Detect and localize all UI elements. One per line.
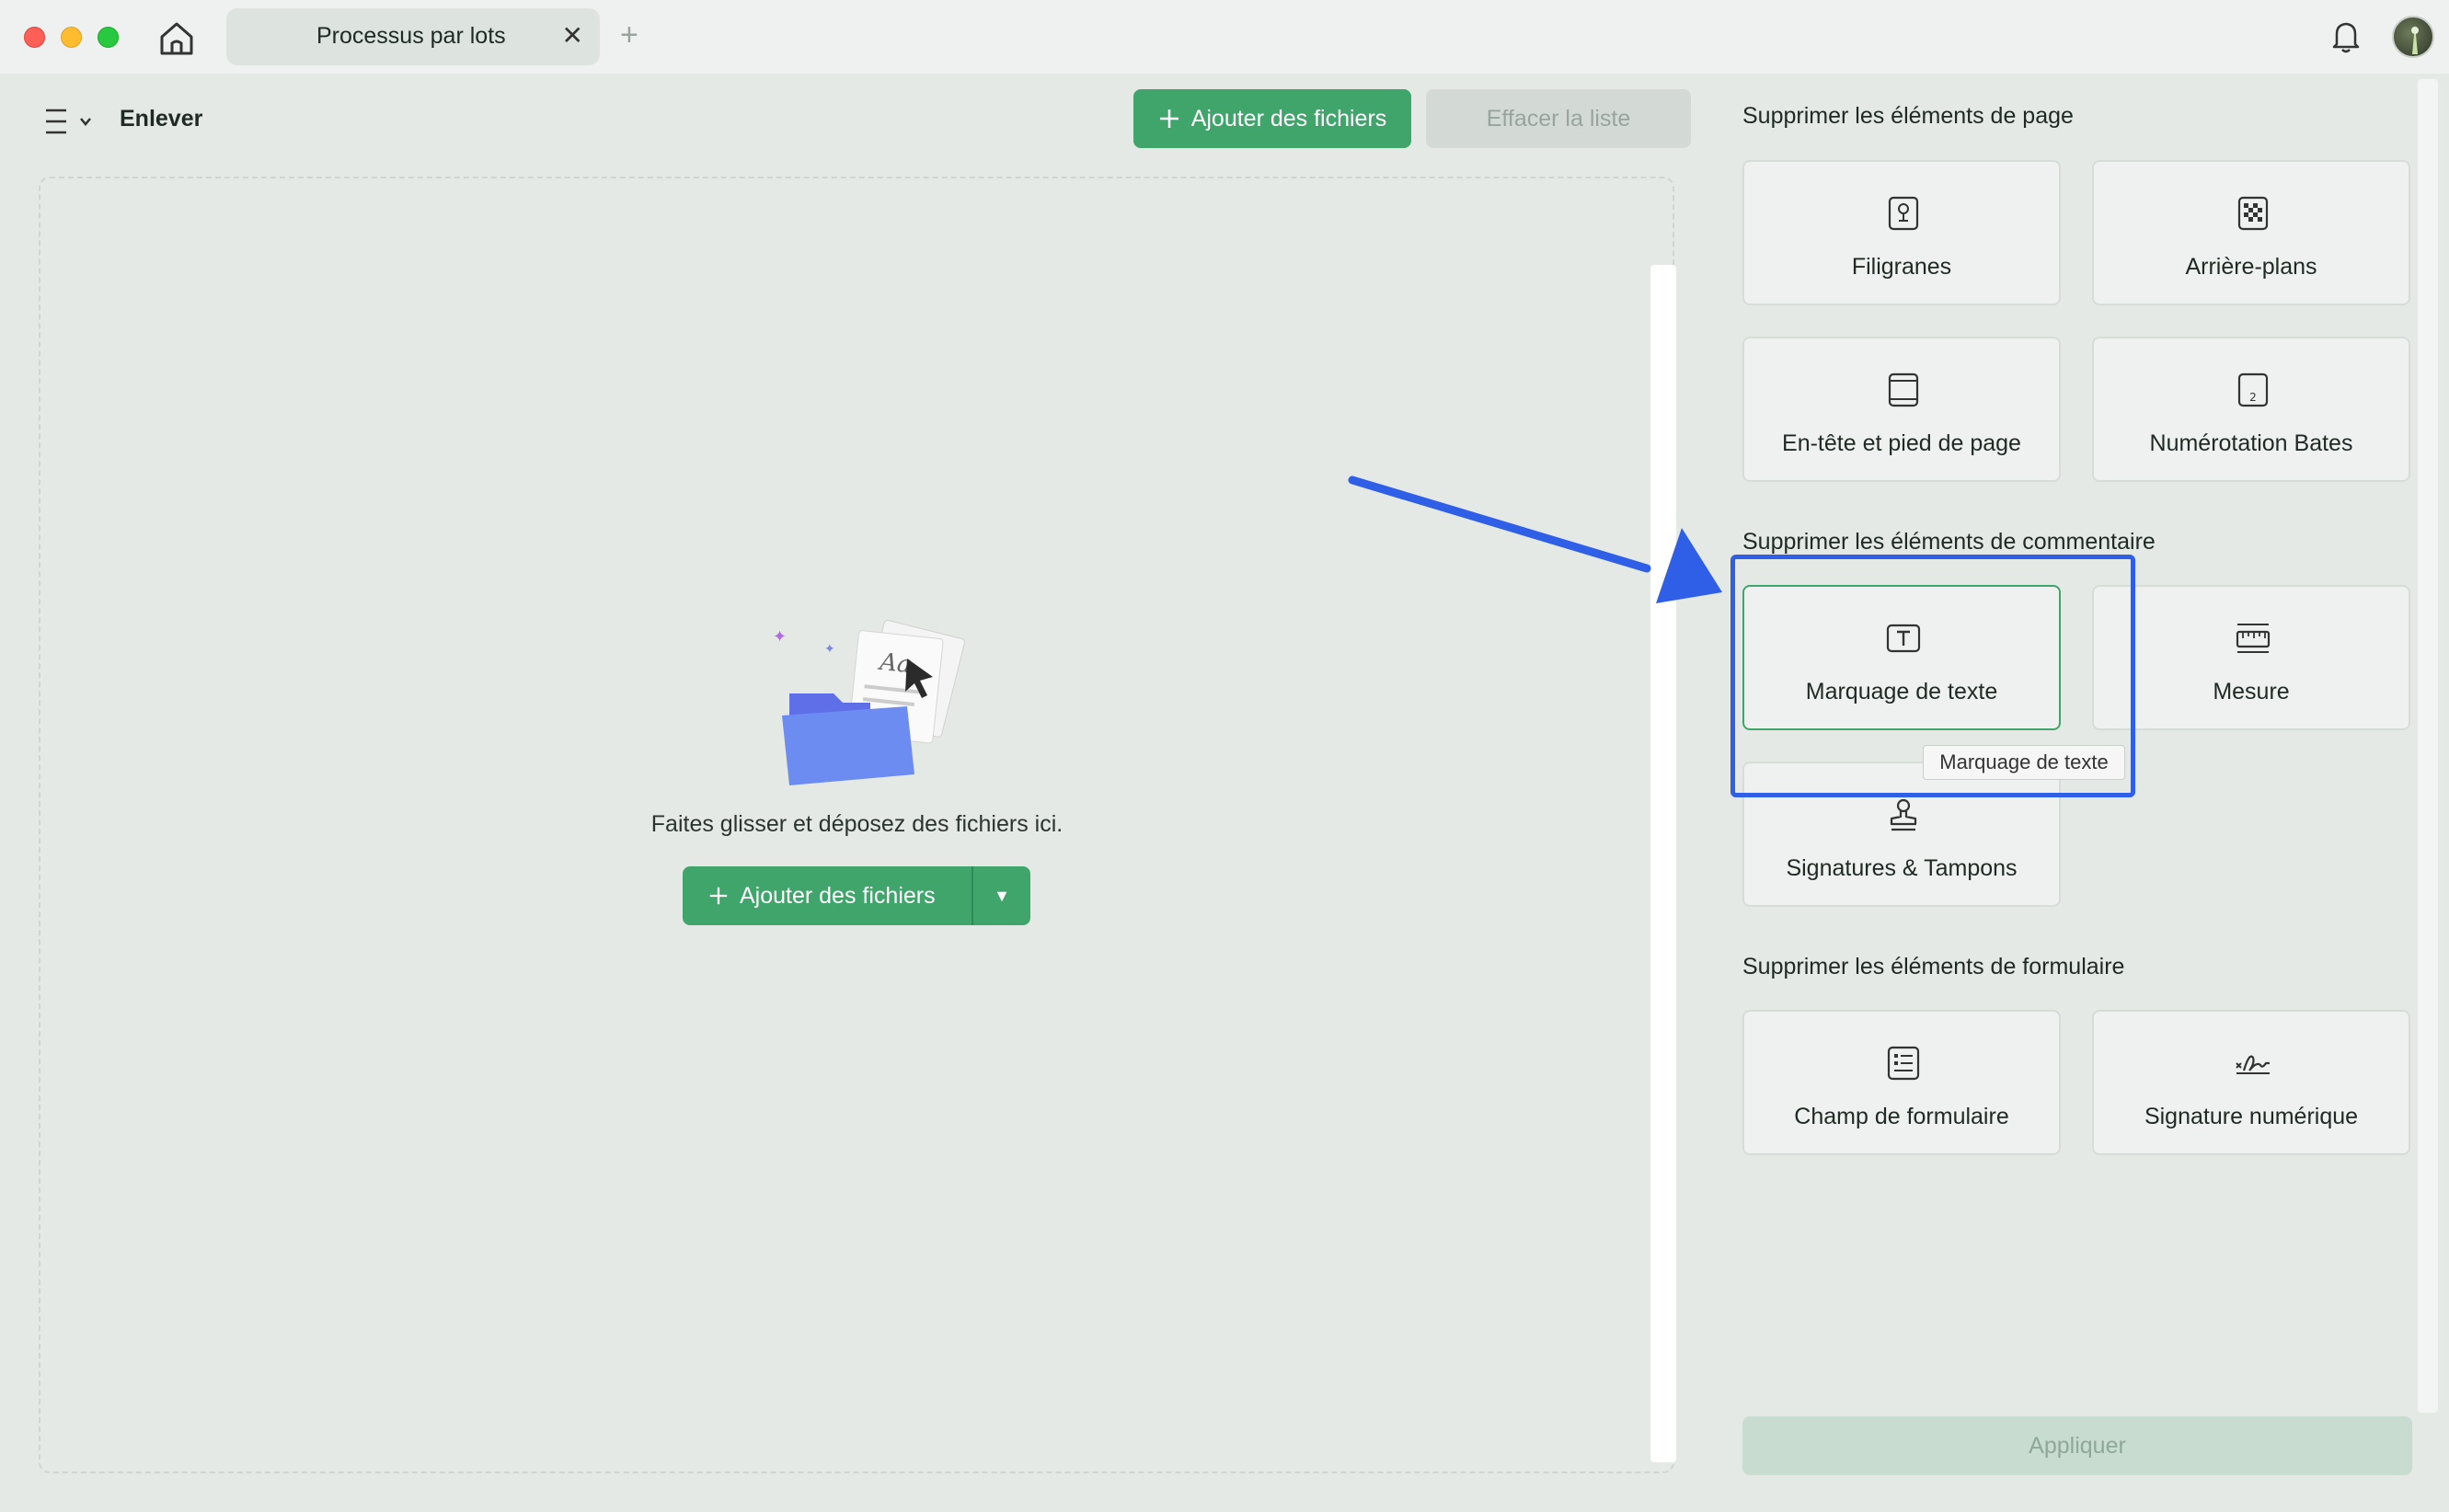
stamp-icon [1890, 798, 1917, 831]
chevron-down-icon: ▼ [994, 886, 1010, 905]
checkerboard-icon [2237, 196, 2269, 231]
folder-documents-illustration-icon: ✦ ✦ Aa + [773, 620, 965, 785]
title-bar: Processus par lots ✕ + [0, 0, 2449, 74]
clear-list-label: Effacer la liste [1486, 105, 1631, 132]
apply-button[interactable]: Appliquer [1742, 1416, 2412, 1475]
avatar[interactable] [2392, 16, 2434, 58]
add-files-dropdown-button[interactable]: ▼ [973, 887, 1030, 906]
annotation-arrow-icon [1348, 475, 1722, 603]
file-list-panel: Enlever Ajouter des fichiers Effacer la … [9, 74, 1705, 1505]
menu-icon [46, 109, 91, 134]
bell-icon[interactable] [2329, 18, 2363, 55]
option-measure[interactable]: Mesure [2092, 585, 2410, 730]
option-backgrounds[interactable]: Arrière-plans [2092, 160, 2410, 305]
option-header-footer[interactable]: En-tête et pied de page [1742, 337, 2061, 482]
annotation-highlight-box [1730, 555, 2135, 797]
options-scrollbar[interactable] [2418, 79, 2438, 1413]
option-watermarks[interactable]: Filigranes [1742, 160, 2061, 305]
close-window-button[interactable] [24, 27, 45, 48]
section-title-page: Supprimer les éléments de page [1742, 103, 2074, 129]
apply-label: Appliquer [2029, 1432, 2126, 1459]
option-label: Champ de formulaire [1794, 1104, 2009, 1129]
tab-batch-process[interactable]: Processus par lots ✕ [226, 8, 600, 65]
svg-text:✦: ✦ [824, 641, 835, 656]
option-label: Signatures & Tampons [1786, 855, 2018, 881]
bates-number-icon: 2 [2237, 372, 2269, 407]
drop-instruction: Faites glisser et déposez des fichiers i… [650, 811, 1064, 837]
minimize-window-button[interactable] [61, 27, 82, 48]
header-footer-icon [1888, 372, 1919, 407]
add-files-label: Ajouter des fichiers [1190, 105, 1387, 132]
zoom-window-button[interactable] [98, 27, 119, 48]
option-label: Numérotation Bates [2149, 430, 2353, 456]
option-label: Signature numérique [2144, 1104, 2359, 1129]
option-form-field[interactable]: Champ de formulaire [1742, 1010, 2061, 1155]
option-label: Mesure [2213, 679, 2290, 704]
option-label: En-tête et pied de page [1782, 430, 2021, 456]
svg-text:✦: ✦ [773, 627, 787, 646]
clear-list-button[interactable]: Effacer la liste [1426, 89, 1691, 148]
ruler-icon [2236, 624, 2271, 653]
add-files-split-button[interactable]: Ajouter des fichiers ▼ [683, 866, 1030, 925]
plus-icon [709, 887, 728, 905]
add-files-button[interactable]: Ajouter des fichiers [1133, 89, 1411, 148]
option-digital-signature[interactable]: Signature numérique [2092, 1010, 2410, 1155]
panel-title: Enlever [120, 106, 203, 132]
add-files-main-label: Ajouter des fichiers [740, 882, 936, 909]
plus-icon [1159, 109, 1179, 128]
add-files-main-button[interactable]: Ajouter des fichiers [683, 866, 972, 925]
close-tab-icon[interactable]: ✕ [562, 22, 583, 50]
section-title-comment: Supprimer les éléments de commentaire [1742, 529, 2156, 555]
file-list-scrollbar[interactable] [1650, 265, 1676, 1462]
menu-button[interactable] [44, 105, 109, 138]
svg-text:2: 2 [2249, 391, 2257, 404]
section-title-form: Supprimer les éléments de formulaire [1742, 954, 2125, 979]
option-label: Arrière-plans [2185, 254, 2317, 280]
tab-label: Processus par lots [316, 23, 506, 49]
option-bates-numbering[interactable]: 2 Numérotation Bates [2092, 337, 2410, 482]
home-icon[interactable] [156, 18, 197, 57]
signature-icon [2236, 1055, 2270, 1074]
watermark-icon [1888, 196, 1919, 231]
new-tab-button[interactable]: + [620, 18, 638, 52]
form-field-icon [1887, 1046, 1920, 1081]
option-label: Filigranes [1851, 254, 1952, 280]
